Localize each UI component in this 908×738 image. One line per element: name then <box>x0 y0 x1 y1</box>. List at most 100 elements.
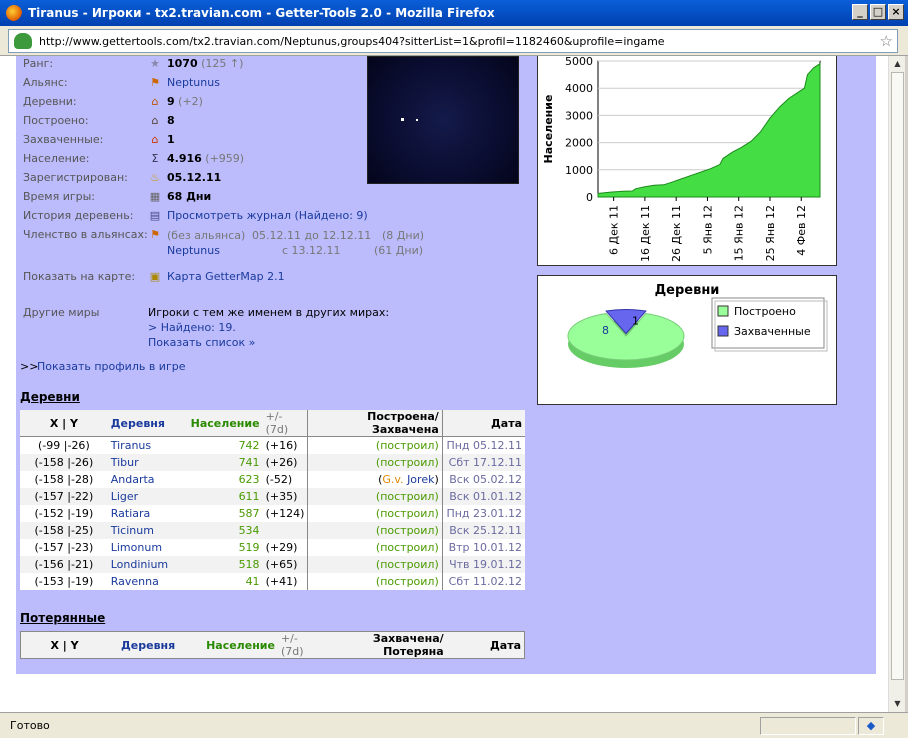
x-tick-label: 6 Дек 11 <box>608 205 621 255</box>
lost-col-change[interactable]: +/- (7d) <box>277 631 322 659</box>
table-row: (-158 |-28) Andarta 623 (-52) (G.v. Jorek) Вс… <box>20 470 525 488</box>
village-type[interactable]: (G.v. Jorek) <box>307 470 443 488</box>
col-change[interactable]: +/- (7d) <box>262 410 308 437</box>
village-coords[interactable]: (-158 |-28) <box>20 470 108 488</box>
col-pop[interactable]: Население <box>177 410 263 437</box>
ingame-prefix: >> <box>20 360 39 373</box>
registered-value: 05.12.11 <box>167 171 222 184</box>
y-tick-label: 5000 <box>565 56 593 68</box>
status-panel <box>760 717 856 735</box>
addon-icon[interactable]: ◆ <box>858 717 884 735</box>
population-chart-box: 0 1000 2000 3000 4000 5000 6 Дек 11 16 Дек 11 26… <box>537 56 837 266</box>
village-date: Сбт 11.02.12 <box>441 572 525 590</box>
ingame-profile-link[interactable]: Показать профиль в игре <box>37 360 186 373</box>
villages-label: Деревни: <box>23 95 77 108</box>
lost-col-xy[interactable]: X | Y <box>20 631 109 659</box>
village-name[interactable]: Londinium <box>107 555 178 573</box>
y-tick-label: 0 <box>586 191 593 204</box>
village-coords[interactable]: (-157 |-22) <box>20 487 108 505</box>
lost-col-date[interactable]: Дата <box>446 631 525 659</box>
window-title: Tiranus - Игроки - tx2.travian.com - Get… <box>28 6 495 20</box>
captured-icon: ⌂ <box>151 133 159 146</box>
col-name[interactable]: Деревня <box>107 410 178 437</box>
alliance-label: Альянс: <box>23 76 68 89</box>
villages-pie-chart: Деревни 8 1 Построено Захваченные <box>567 283 828 368</box>
membership-1-days: (61 Дни) <box>374 244 424 257</box>
history-link[interactable]: Просмотреть журнал (Найдено: 9) <box>167 209 368 222</box>
village-coords[interactable]: (-99 |-26) <box>20 436 108 454</box>
membership-0-days: (8 Дни) <box>382 229 425 242</box>
url-text: http://www.gettertools.com/tx2.travian.c… <box>39 34 665 48</box>
lost-col-name[interactable]: Деревня <box>108 631 189 659</box>
village-change: (+124) <box>262 504 308 522</box>
village-date: Вск 05.02.12 <box>441 470 525 488</box>
minimize-button[interactable]: _ <box>852 4 868 20</box>
village-change: (+41) <box>262 572 308 590</box>
built-icon: ⌂ <box>151 114 159 127</box>
village-name[interactable]: Andarta <box>107 470 178 488</box>
y-tick-label: 2000 <box>565 137 593 150</box>
table-row: (-157 |-22) Liger 611 (+35) (построил) Вск 01… <box>20 487 525 505</box>
url-field[interactable]: http://www.gettertools.com/tx2.travian.c… <box>8 29 898 53</box>
sigma-icon: Σ <box>151 152 159 165</box>
col-xy[interactable]: X | Y <box>20 410 108 437</box>
village-change: (+26) <box>262 453 308 471</box>
alliance-history-icon: ⚑ <box>150 228 160 241</box>
village-name[interactable]: Tibur <box>107 453 178 471</box>
village-minimap[interactable] <box>367 56 519 184</box>
village-change: (+29) <box>262 538 308 556</box>
legend-label: Захваченные <box>734 325 811 338</box>
village-name[interactable]: Tiranus <box>107 436 178 454</box>
villages-table: X | Y Деревня Население +/- (7d) Построе… <box>20 410 525 590</box>
village-coords[interactable]: (-153 |-19) <box>20 572 108 590</box>
village-change: (+65) <box>262 555 308 573</box>
village-name[interactable]: Ticinum <box>107 521 178 539</box>
vertical-scrollbar[interactable]: ▲ ▼ <box>888 56 905 712</box>
membership-1-name[interactable]: Neptunus <box>167 244 220 257</box>
villages-section-title: Деревни <box>20 390 80 404</box>
villages-pie-box: Деревни 8 1 Построено Захваченные <box>537 275 837 405</box>
village-name[interactable]: Ratiara <box>107 504 178 522</box>
village-name[interactable]: Liger <box>107 487 178 505</box>
legend-swatch <box>717 325 729 337</box>
table-row: (-99 |-26) Tiranus 742 (+16) (построил) Пнд 0… <box>20 436 525 454</box>
firefox-icon <box>6 5 22 21</box>
built-label: Построено: <box>23 114 89 127</box>
village-date: Вск 01.01.12 <box>441 487 525 505</box>
village-name[interactable]: Limonum <box>107 538 178 556</box>
maximize-button[interactable]: □ <box>870 4 886 20</box>
lost-col-type[interactable]: Захвачена/Потеряна <box>321 631 447 659</box>
status-text: Готово <box>10 719 50 732</box>
col-type[interactable]: Построена/Захвачена <box>307 410 443 437</box>
scroll-up-arrow[interactable]: ▲ <box>890 56 905 71</box>
map-link[interactable]: Карта GetterMap 2.1 <box>167 270 285 283</box>
scroll-down-arrow[interactable]: ▼ <box>890 696 905 711</box>
scroll-thumb[interactable] <box>891 72 904 680</box>
col-date[interactable]: Дата <box>441 410 525 437</box>
village-date: Пнд 23.01.12 <box>441 504 525 522</box>
x-tick-label: 15 Янв 12 <box>733 205 746 261</box>
lost-col-pop[interactable]: Население <box>188 631 278 659</box>
bookmark-star-icon[interactable]: ☆ <box>880 32 893 50</box>
table-row: (-158 |-25) Ticinum 534 (построил) Вск 25.12… <box>20 521 525 539</box>
village-coords[interactable]: (-157 |-23) <box>20 538 108 556</box>
village-change <box>262 521 308 539</box>
minimap-dot <box>416 119 418 121</box>
status-bar: Готово ◆ <box>0 712 908 738</box>
alliance-link[interactable]: Neptunus <box>167 76 220 89</box>
otherworlds-list-link[interactable]: Показать список » <box>148 336 255 349</box>
table-row: (-156 |-21) Londinium 518 (+65) (построил) Чт… <box>20 555 525 573</box>
village-pop: 534 <box>177 521 263 539</box>
y-axis-label: Население <box>542 95 555 164</box>
village-coords[interactable]: (-158 |-25) <box>20 521 108 539</box>
close-button[interactable]: × <box>888 4 904 20</box>
population-label: Население: <box>23 152 90 165</box>
village-coords[interactable]: (-158 |-26) <box>20 453 108 471</box>
map-label: Показать на карте: <box>23 270 136 283</box>
village-name[interactable]: Ravenna <box>107 572 178 590</box>
village-type: (построил) <box>307 572 443 590</box>
village-pop: 518 <box>177 555 263 573</box>
village-coords[interactable]: (-152 |-19) <box>20 504 108 522</box>
village-coords[interactable]: (-156 |-21) <box>20 555 108 573</box>
village-change: (+16) <box>262 436 308 454</box>
